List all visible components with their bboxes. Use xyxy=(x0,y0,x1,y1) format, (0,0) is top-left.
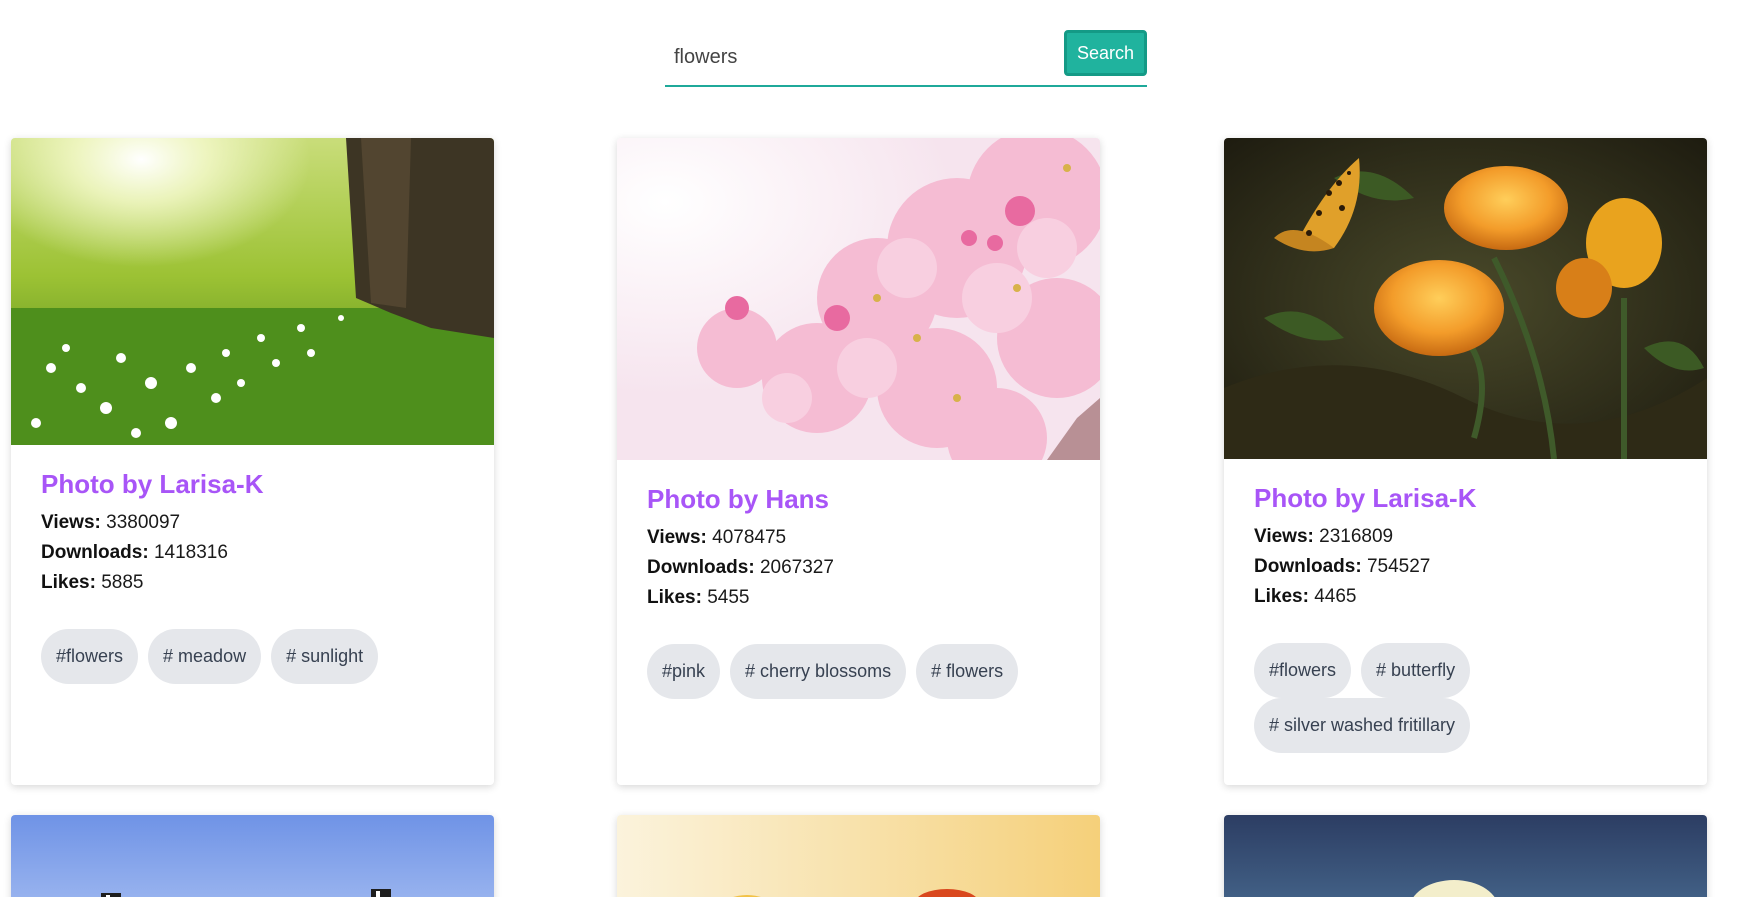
photo-image xyxy=(11,815,494,897)
photo-card[interactable] xyxy=(617,815,1100,897)
tag-chip[interactable]: # meadow xyxy=(148,629,262,684)
likes-row: Likes: 5885 xyxy=(41,568,464,598)
photo-image[interactable] xyxy=(617,138,1100,460)
photo-image xyxy=(1224,815,1707,897)
downloads-label: Downloads: xyxy=(1254,556,1362,577)
downloads-row: Downloads: 754527 xyxy=(1254,552,1677,582)
downloads-row: Downloads: 1418316 xyxy=(41,538,464,568)
tag-list: #flowers # butterfly # silver washed fri… xyxy=(1254,643,1677,753)
likes-value: 5885 xyxy=(101,572,144,593)
photo-title[interactable]: Photo by Larisa-K xyxy=(41,467,464,501)
downloads-value: 1418316 xyxy=(153,542,228,563)
tag-chip[interactable]: # flowers xyxy=(916,644,1019,699)
likes-value: 5455 xyxy=(707,587,750,608)
tag-chip[interactable]: # silver washed fritillary xyxy=(1254,698,1471,753)
photo-title[interactable]: Photo by Larisa-K xyxy=(1254,481,1677,515)
photo-image[interactable] xyxy=(11,138,494,445)
views-row: Views: 3380097 xyxy=(41,508,464,538)
likes-label: Likes: xyxy=(1254,586,1309,607)
downloads-label: Downloads: xyxy=(41,542,149,563)
photo-card[interactable] xyxy=(11,815,494,897)
photo-stats: Views: 3380097 Downloads: 1418316 Likes:… xyxy=(41,508,464,598)
tag-list: #pink # cherry blossoms # flowers xyxy=(647,644,1070,699)
views-label: Views: xyxy=(41,512,101,533)
tag-list: #flowers # meadow # sunlight xyxy=(41,629,464,684)
photo-card: Photo by Hans Views: 4078475 Downloads: … xyxy=(617,138,1100,785)
likes-label: Likes: xyxy=(647,587,702,608)
tag-chip[interactable]: # sunlight xyxy=(271,629,379,684)
likes-label: Likes: xyxy=(41,572,96,593)
likes-row: Likes: 5455 xyxy=(647,583,1070,613)
photo-card: Photo by Larisa-K Views: 2316809 Downloa… xyxy=(1224,138,1707,785)
tag-chip[interactable]: #pink xyxy=(647,644,721,699)
views-value: 3380097 xyxy=(106,512,181,533)
views-row: Views: 4078475 xyxy=(647,523,1070,553)
views-value: 4078475 xyxy=(712,527,787,548)
photo-stats: Views: 4078475 Downloads: 2067327 Likes:… xyxy=(647,523,1070,613)
tag-chip[interactable]: # cherry blossoms xyxy=(730,644,907,699)
downloads-label: Downloads: xyxy=(647,557,755,578)
tag-chip[interactable]: #flowers xyxy=(1254,643,1352,698)
photo-stats: Views: 2316809 Downloads: 754527 Likes: … xyxy=(1254,522,1677,612)
downloads-value: 754527 xyxy=(1366,556,1431,577)
views-value: 2316809 xyxy=(1319,526,1394,547)
tag-chip[interactable]: #flowers xyxy=(41,629,139,684)
downloads-row: Downloads: 2067327 xyxy=(647,553,1070,583)
views-label: Views: xyxy=(1254,526,1314,547)
likes-value: 4465 xyxy=(1314,586,1357,607)
photo-card[interactable] xyxy=(1224,815,1707,897)
photo-image xyxy=(617,815,1100,897)
photo-title[interactable]: Photo by Hans xyxy=(647,482,1070,516)
photo-image[interactable] xyxy=(1224,138,1707,459)
likes-row: Likes: 4465 xyxy=(1254,582,1677,612)
photo-card: Photo by Larisa-K Views: 3380097 Downloa… xyxy=(11,138,494,785)
search-bar: Search xyxy=(665,29,1147,87)
search-button[interactable]: Search xyxy=(1064,30,1147,76)
tag-chip[interactable]: # butterfly xyxy=(1361,643,1471,698)
views-label: Views: xyxy=(647,527,707,548)
views-row: Views: 2316809 xyxy=(1254,522,1677,552)
downloads-value: 2067327 xyxy=(759,557,834,578)
